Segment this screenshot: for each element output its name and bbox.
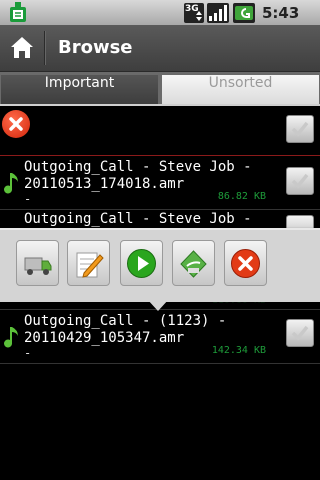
checkmark-icon xyxy=(291,121,309,137)
title-bar: Browse xyxy=(0,25,320,72)
share-icon xyxy=(180,250,207,278)
delete-icon xyxy=(231,249,260,278)
home-button[interactable] xyxy=(0,25,44,71)
select-all-checkbox[interactable] xyxy=(286,115,314,143)
app-notification-icon xyxy=(8,1,28,24)
recording-name: Outgoing_Call - Steve Job - 20110513_174… xyxy=(24,159,252,192)
list-item[interactable]: Outgoing_Call - (1123) - 20110429_105347… xyxy=(0,311,320,364)
tab-important[interactable]: Important xyxy=(1,75,158,106)
recording-detail: - xyxy=(24,192,32,206)
home-icon xyxy=(11,37,33,58)
battery-icon xyxy=(233,3,255,23)
tab-bar: Important Unsorted xyxy=(0,72,320,106)
recording-name: Outgoing_Call - Steve Job - xyxy=(24,211,252,227)
signal-icon xyxy=(207,3,229,23)
popup-pointer xyxy=(147,299,169,311)
move-button[interactable] xyxy=(16,240,59,286)
recording-detail: - xyxy=(24,346,32,360)
checkmark-icon xyxy=(291,325,309,341)
music-note-icon xyxy=(4,173,18,194)
delete-selected-button[interactable] xyxy=(2,110,30,138)
page-title: Browse xyxy=(58,37,133,58)
play-icon xyxy=(127,249,156,278)
recording-name: Outgoing_Call - (1123) - 20110429_105347… xyxy=(24,313,227,346)
3g-icon: 3G xyxy=(184,3,204,23)
checkmark-icon xyxy=(291,173,309,189)
music-note-icon xyxy=(4,327,18,348)
tab-underline xyxy=(0,104,320,106)
recording-size: 86.82 KB xyxy=(217,191,266,202)
play-button[interactable] xyxy=(120,240,163,286)
list-item[interactable]: Outgoing_Call - Steve Job - 20110513_174… xyxy=(0,157,320,210)
quick-action-popup xyxy=(0,228,320,302)
delete-x-icon xyxy=(9,117,23,131)
edit-note-icon xyxy=(76,252,104,278)
recording-size: 142.34 KB xyxy=(211,345,266,356)
move-truck-icon xyxy=(24,257,52,275)
action-row xyxy=(0,107,320,156)
tab-unsorted[interactable]: Unsorted xyxy=(162,75,319,106)
edit-button[interactable] xyxy=(67,240,110,286)
share-button[interactable] xyxy=(172,240,215,286)
title-divider xyxy=(44,31,46,65)
delete-button[interactable] xyxy=(224,240,267,286)
row-checkbox[interactable] xyxy=(286,319,314,347)
row-checkbox[interactable] xyxy=(286,167,314,195)
status-bar: 3G 5:43 PM xyxy=(0,0,320,40)
